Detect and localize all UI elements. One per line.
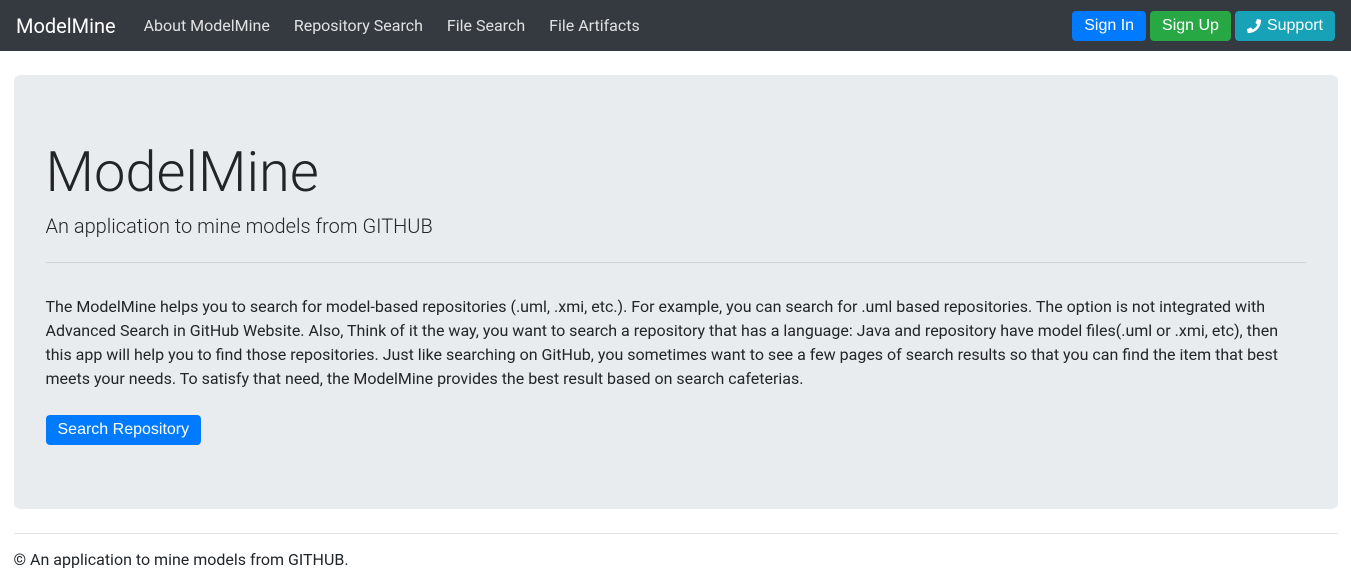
nav-link-about[interactable]: About ModelMine <box>132 8 282 43</box>
nav-link-file-search[interactable]: File Search <box>435 8 537 43</box>
navbar-left: ModelMine About ModelMine Repository Sea… <box>16 8 652 43</box>
hero-divider <box>46 262 1306 263</box>
support-button[interactable]: Support <box>1235 11 1335 41</box>
navbar: ModelMine About ModelMine Repository Sea… <box>0 0 1351 51</box>
hero-title: ModelMine <box>46 139 1306 206</box>
footer-divider <box>14 533 1338 534</box>
support-button-label: Support <box>1267 17 1323 35</box>
navbar-right: Sign In Sign Up Support <box>1072 11 1335 41</box>
sign-up-button[interactable]: Sign Up <box>1150 11 1231 41</box>
navbar-brand[interactable]: ModelMine <box>16 14 132 38</box>
main-container: ModelMine An application to mine models … <box>6 75 1346 585</box>
footer-copyright: © An application to mine models from GIT… <box>14 550 1338 585</box>
hero-section: ModelMine An application to mine models … <box>14 75 1338 509</box>
phone-icon <box>1247 19 1261 33</box>
sign-in-button[interactable]: Sign In <box>1072 11 1146 41</box>
search-repository-button[interactable]: Search Repository <box>46 415 202 445</box>
nav-link-file-artifacts[interactable]: File Artifacts <box>537 8 652 43</box>
nav-link-repository-search[interactable]: Repository Search <box>282 8 435 43</box>
hero-description: The ModelMine helps you to search for mo… <box>46 295 1306 391</box>
hero-subtitle: An application to mine models from GITHU… <box>46 214 1306 238</box>
